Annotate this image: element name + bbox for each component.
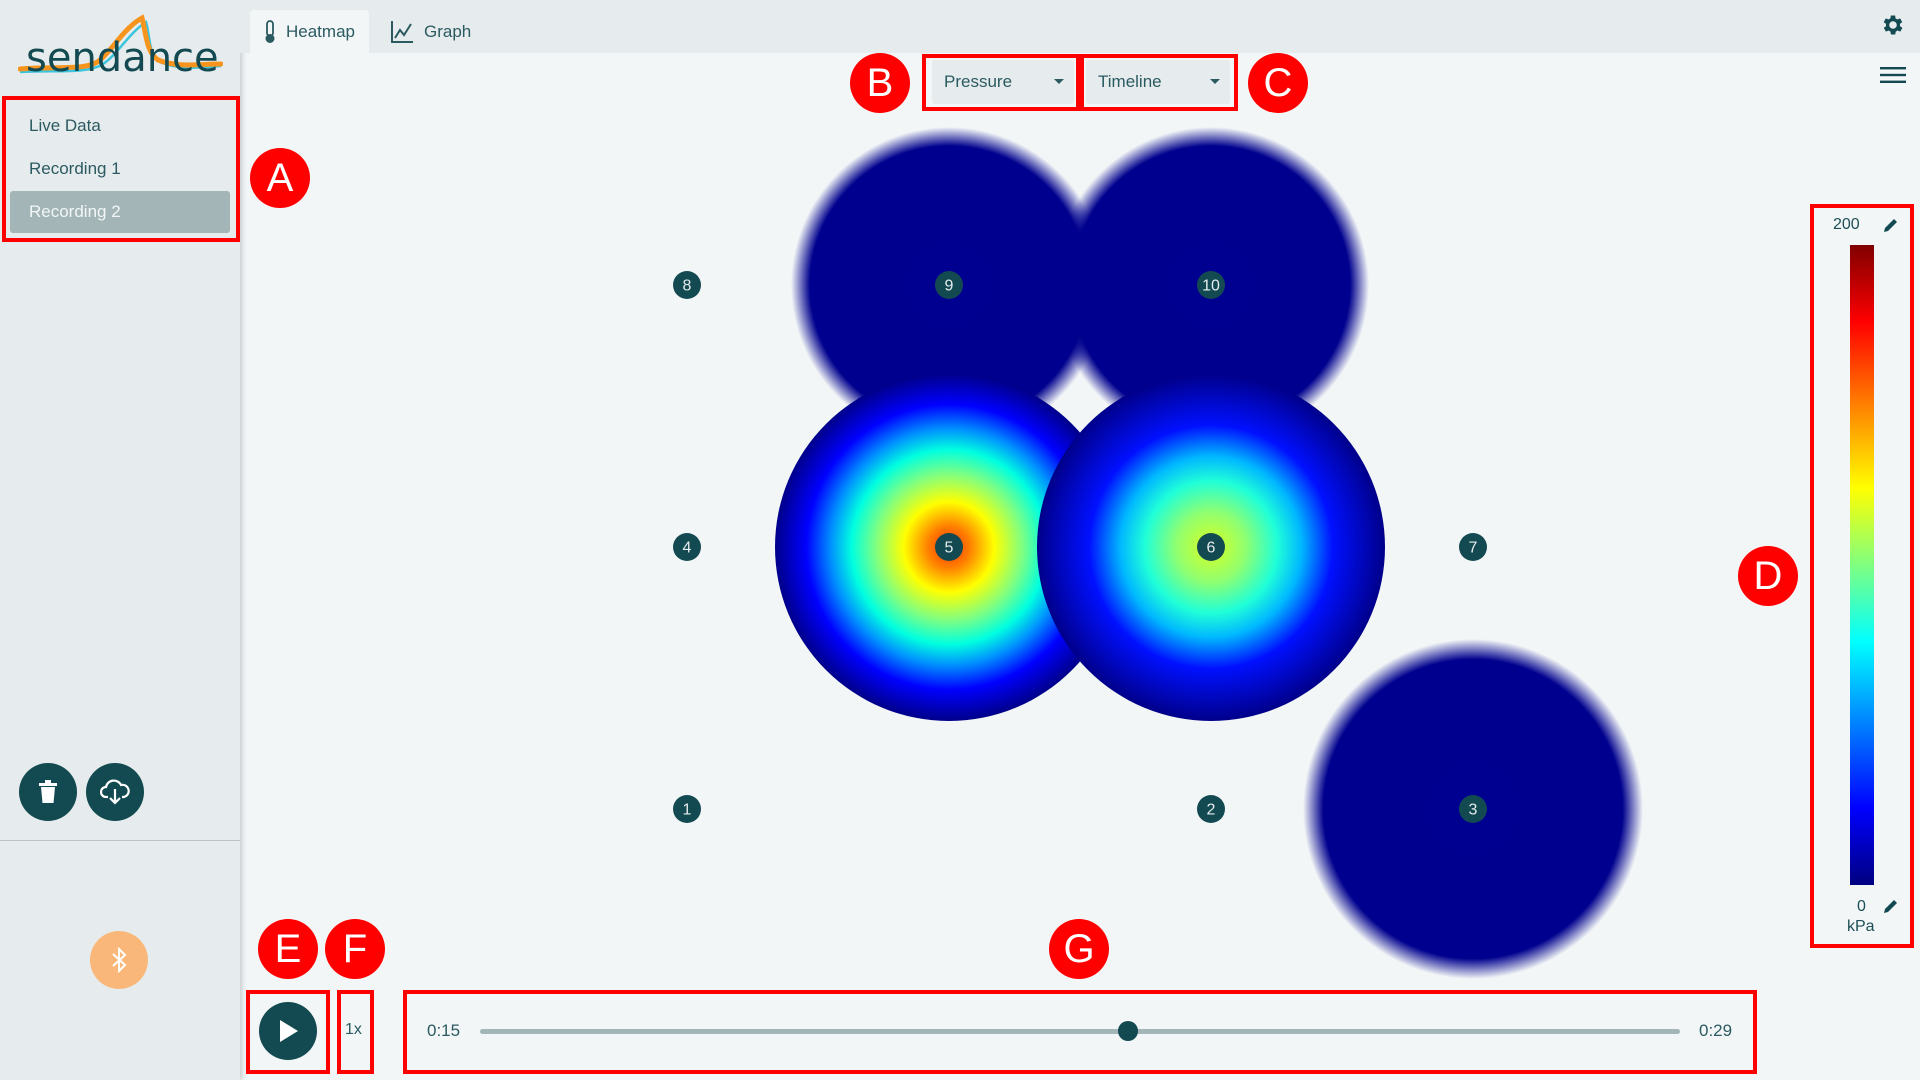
annotation-label-d: D (1738, 546, 1798, 606)
colorbar-gradient (1850, 245, 1874, 885)
annotation-label-f: F (325, 919, 385, 979)
play-button[interactable] (259, 1002, 317, 1060)
sensor-node-4[interactable]: 4 (673, 533, 701, 561)
end-time: 0:29 (1699, 1021, 1733, 1040)
annotation-box-b (922, 54, 1080, 111)
sensor-node-label: 7 (1469, 540, 1478, 557)
sensor-node-8[interactable]: 8 (673, 271, 701, 299)
sensor-node-label: 2 (1207, 802, 1216, 819)
annotation-box-a (2, 96, 240, 242)
annotation-label-a: A (250, 148, 310, 208)
timeline-slider[interactable] (480, 1029, 1680, 1034)
play-icon (280, 1020, 298, 1042)
colorbar-min: 0 (1857, 898, 1866, 915)
sensor-node-10[interactable]: 10 (1197, 271, 1225, 299)
sensor-node-label: 5 (945, 540, 954, 557)
sensor-node-label: 1 (683, 802, 692, 819)
sensor-node-2[interactable]: 2 (1197, 795, 1225, 823)
annotation-label-c: C (1248, 53, 1308, 113)
sensor-node-label: 6 (1207, 540, 1216, 557)
sensor-node-7[interactable]: 7 (1459, 533, 1487, 561)
annotation-label-e: E (258, 919, 318, 979)
sensor-node-5[interactable]: 5 (935, 533, 963, 561)
annotation-box-c (1080, 54, 1238, 111)
sensor-node-label: 3 (1469, 802, 1478, 819)
sensor-node-label: 8 (683, 278, 692, 295)
sensor-node-3[interactable]: 3 (1459, 795, 1487, 823)
sensor-node-label: 10 (1202, 278, 1220, 295)
annotation-label-g: G (1049, 919, 1109, 979)
colorbar-max: 200 (1833, 216, 1860, 233)
sensor-node-6[interactable]: 6 (1197, 533, 1225, 561)
playback-speed[interactable]: 1x (345, 1021, 362, 1039)
colorbar-unit: kPa (1847, 918, 1875, 935)
annotation-label-b: B (850, 53, 910, 113)
sensor-node-1[interactable]: 1 (673, 795, 701, 823)
edit-min-pencil-icon[interactable] (1883, 898, 1899, 914)
timeline-slider-thumb[interactable] (1118, 1021, 1138, 1041)
sensor-node-label: 4 (683, 540, 692, 557)
edit-max-pencil-icon[interactable] (1883, 217, 1899, 233)
current-time: 0:15 (427, 1021, 461, 1040)
sensor-node-9[interactable]: 9 (935, 271, 963, 299)
sensor-node-label: 9 (945, 278, 954, 295)
